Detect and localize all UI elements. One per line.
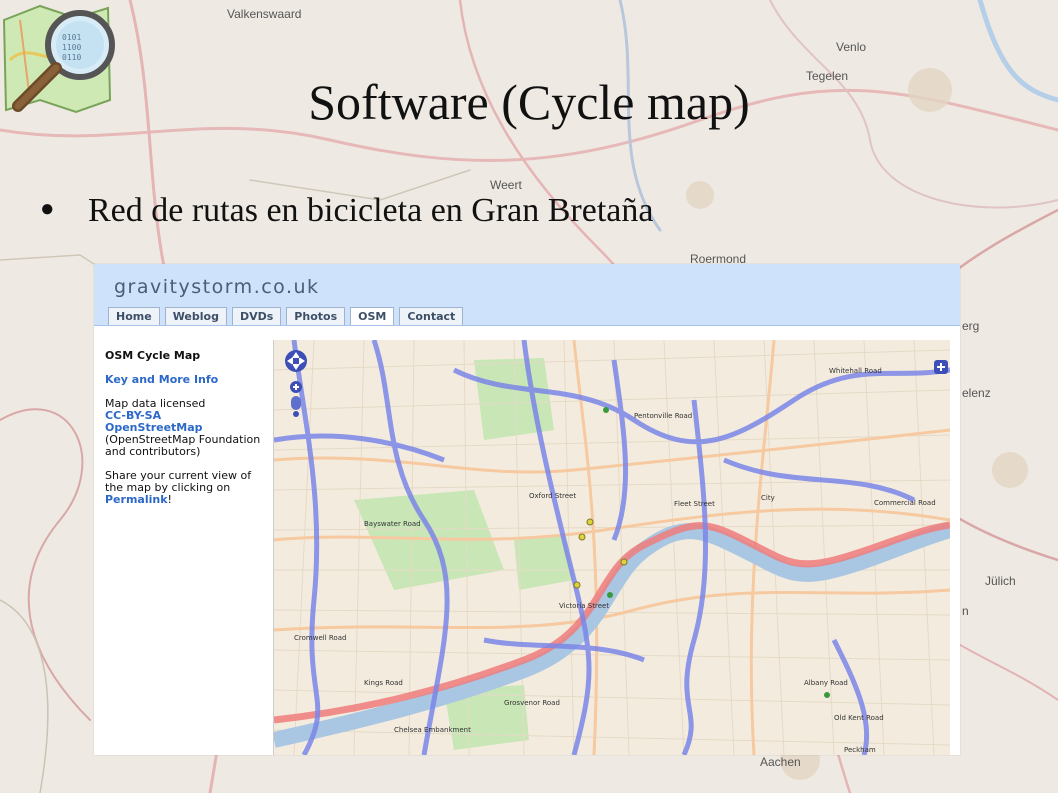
svg-text:1100: 1100	[62, 43, 81, 52]
map-label-kings-road: Kings Road	[364, 679, 403, 687]
map-label-bayswater-road: Bayswater Road	[364, 520, 421, 528]
site-header: gravitystorm.co.uk Home Weblog DVDs Phot…	[94, 264, 960, 326]
map-pan-zoom-control[interactable]	[283, 348, 309, 418]
permalink-bang: !	[167, 493, 172, 506]
license-contributors-text: and contributors)	[105, 445, 201, 458]
header-divider	[94, 325, 960, 326]
permalink-link[interactable]: Permalink	[105, 493, 168, 506]
bg-label-venlo: Venlo	[836, 40, 866, 54]
map-label-oxford-street: Oxford Street	[529, 492, 576, 500]
map-label-albany-road: Albany Road	[804, 679, 848, 687]
map-label-chelsea-embankment: Chelsea Embankment	[394, 726, 471, 734]
bullet-text: Red de rutas en bicicleta en Gran Bretañ…	[88, 192, 654, 229]
svg-text:0101: 0101	[62, 33, 81, 42]
svg-text:0110: 0110	[62, 53, 81, 62]
map-label-cromwell-road: Cromwell Road	[294, 634, 346, 642]
map-label-peckham: Peckham	[844, 746, 876, 754]
nav-tab-weblog[interactable]: Weblog	[164, 307, 227, 326]
zoom-out-icon[interactable]	[293, 411, 299, 417]
nav-tab-dvds[interactable]: DVDs	[231, 307, 282, 326]
park-area	[474, 358, 554, 440]
site-nav: Home Weblog DVDs Photos OSM Contact	[108, 307, 464, 326]
nav-tab-contact[interactable]: Contact	[399, 307, 464, 326]
map-label-commercial-road: Commercial Road	[874, 499, 936, 507]
bg-label-erg: erg	[962, 319, 979, 333]
sidebar: OSM Cycle Map Key and More Info Map data…	[105, 350, 265, 518]
bullet-item: ● Red de rutas en bicicleta en Gran Breta…	[40, 192, 653, 230]
site-title[interactable]: gravitystorm.co.uk	[114, 276, 320, 298]
map-label-victoria-street: Victoria Street	[559, 602, 609, 610]
nav-tab-photos[interactable]: Photos	[286, 307, 346, 326]
key-info-link[interactable]: Key and More Info	[105, 373, 218, 386]
zoom-slider-icon[interactable]	[291, 396, 301, 410]
bg-label-elenz: elenz	[962, 386, 991, 400]
map-label-fleet-street: Fleet Street	[674, 500, 715, 508]
bg-label-weert: Weert	[490, 178, 522, 192]
nav-tab-osm[interactable]: OSM	[350, 307, 395, 326]
bg-label-valkenswaard: Valkenswaard	[227, 7, 301, 21]
map-label-grosvenor-road: Grosvenor Road	[504, 699, 560, 707]
slide-title: Software (Cycle map)	[308, 74, 750, 130]
map-label-pentonville-road: Pentonville Road	[634, 412, 692, 420]
sidebar-heading: OSM Cycle Map	[105, 349, 201, 362]
bg-label-aachen: Aachen	[760, 755, 801, 769]
nav-tab-home[interactable]: Home	[108, 307, 160, 326]
share-paragraph: Share your current view of the map by cl…	[105, 470, 265, 506]
map-label-city: City	[761, 494, 775, 502]
cycle-map-canvas[interactable]: City Whitehall Road Oxford Street Bayswa…	[274, 340, 950, 755]
layer-switcher-icon[interactable]	[934, 360, 948, 374]
license-paragraph: Map data licensed CC-BY-SA OpenStreetMap…	[105, 398, 265, 458]
cycle-map[interactable]: City Whitehall Road Oxford Street Bayswa…	[273, 340, 950, 755]
map-label-whitehall-road: Whitehall Road	[829, 367, 882, 375]
map-label-old-kent-road: Old Kent Road	[834, 714, 884, 722]
bg-label-n: n	[962, 604, 969, 618]
website-screenshot: gravitystorm.co.uk Home Weblog DVDs Phot…	[94, 264, 960, 755]
bullet-icon: ●	[40, 195, 55, 222]
bg-label-julich: Jülich	[985, 574, 1016, 588]
